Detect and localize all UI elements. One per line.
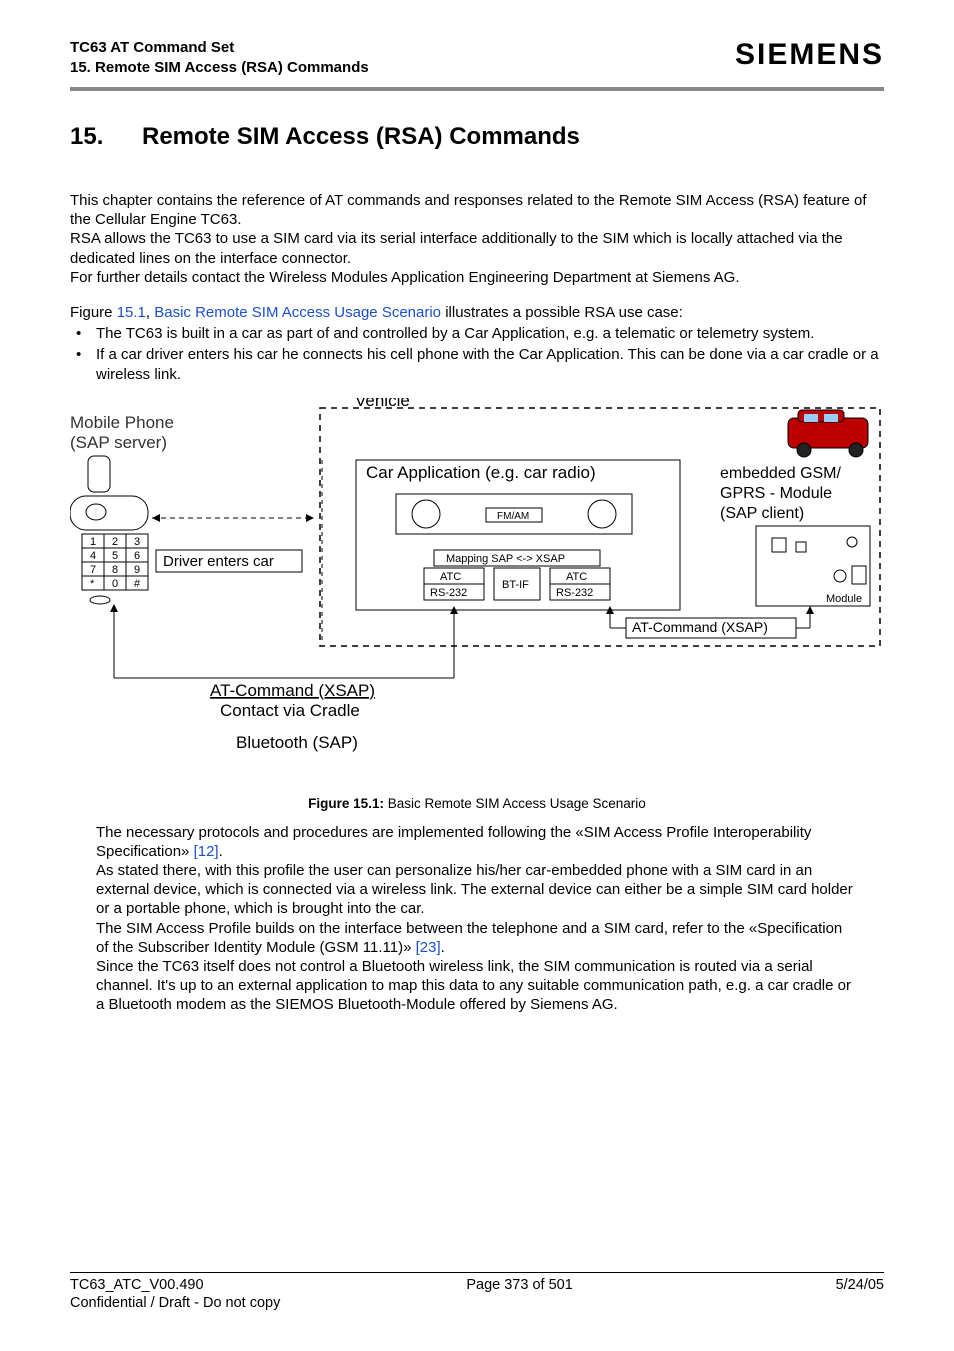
- chapter-title: Remote SIM Access (RSA) Commands: [142, 123, 580, 150]
- figure-15-1: Mobile Phone (SAP server) 1 2 3: [70, 398, 884, 778]
- key-4: 4: [90, 550, 96, 562]
- post-p4: Since the TC63 itself does not control a…: [96, 957, 858, 1015]
- contact-cradle-label: Contact via Cradle: [220, 701, 360, 720]
- figcap-label: Figure 15.1:: [308, 796, 384, 811]
- fig-label-sap-server: (SAP server): [70, 433, 167, 452]
- rs232-label-1: RS-232: [430, 587, 467, 599]
- post-p1: The necessary protocols and procedures a…: [96, 823, 858, 861]
- key-star: *: [90, 578, 95, 590]
- figure-caption: Figure 15.1: Basic Remote SIM Access Usa…: [140, 796, 814, 811]
- header-left: TC63 AT Command Set 15. Remote SIM Acces…: [70, 38, 369, 77]
- embedded-line1: embedded GSM/: [720, 465, 842, 482]
- footer-confidential: Confidential / Draft - Do not copy: [70, 1295, 884, 1311]
- atc-label-2: ATC: [566, 571, 587, 583]
- figsep: ,: [146, 304, 154, 321]
- figpost: illustrates a possible RSA use case:: [441, 304, 683, 321]
- key-7: 7: [90, 564, 96, 576]
- key-6: 6: [134, 550, 140, 562]
- post-dot1: .: [219, 843, 223, 860]
- key-hash: #: [134, 578, 141, 590]
- footer-doc-id: TC63_ATC_V00.490: [70, 1277, 204, 1293]
- fig-title-link[interactable]: Basic Remote SIM Access Usage Scenario: [154, 304, 441, 321]
- key-1: 1: [90, 536, 96, 548]
- post-dot2: .: [441, 939, 445, 956]
- driver-enters-label: Driver enters car: [163, 553, 274, 570]
- chapter-number: 15.: [70, 123, 142, 151]
- at-xsap-label-1: AT-Command (XSAP): [632, 619, 768, 635]
- header-rule: [70, 87, 884, 91]
- key-5: 5: [112, 550, 118, 562]
- bluetooth-sap-label: Bluetooth (SAP): [236, 733, 358, 752]
- bullet-1: The TC63 is built in a car as part of an…: [70, 324, 884, 343]
- car-icon: [788, 410, 868, 457]
- post-p3: The SIM Access Profile builds on the int…: [96, 919, 858, 957]
- key-8: 8: [112, 564, 118, 576]
- page-root: TC63 AT Command Set 15. Remote SIM Acces…: [0, 0, 954, 1351]
- fig-ref-link[interactable]: 15.1: [117, 304, 146, 321]
- intro-p1: This chapter contains the reference of A…: [70, 191, 884, 229]
- chapter-heading: 15.Remote SIM Access (RSA) Commands: [70, 123, 884, 151]
- figcap-text: Basic Remote SIM Access Usage Scenario: [384, 796, 646, 811]
- sap-client-label: (SAP client): [720, 505, 804, 522]
- footer-date: 5/24/05: [836, 1277, 884, 1293]
- intro-p2: RSA allows the TC63 to use a SIM card vi…: [70, 229, 884, 267]
- radio-knob-right: [588, 500, 616, 528]
- key-9: 9: [134, 564, 140, 576]
- figure-svg: Mobile Phone (SAP server) 1 2 3: [70, 398, 884, 778]
- intro-p3: For further details contact the Wireless…: [70, 268, 884, 287]
- atc-label-1: ATC: [440, 571, 461, 583]
- page-header: TC63 AT Command Set 15. Remote SIM Acces…: [70, 38, 884, 77]
- radio-knob-left: [412, 500, 440, 528]
- intro-body: This chapter contains the reference of A…: [70, 191, 884, 384]
- mapping-label: Mapping SAP <-> XSAP: [446, 553, 565, 565]
- bullet-2: If a car driver enters his car he connec…: [70, 345, 884, 383]
- footer-page: Page 373 of 501: [466, 1277, 572, 1293]
- intro-fig-sentence: Figure 15.1, Basic Remote SIM Access Usa…: [70, 303, 884, 322]
- fm-am-label: FM/AM: [497, 511, 529, 522]
- phone-icon: 1 2 3 4 5 6 7 8 9 * 0 #: [70, 456, 148, 604]
- key-0: 0: [112, 578, 118, 590]
- doc-subtitle: 15. Remote SIM Access (RSA) Commands: [70, 58, 369, 78]
- arrow-head-1: [306, 514, 314, 522]
- at-xsap-label-2: AT-Command (XSAP): [210, 681, 375, 700]
- intro-bullets: The TC63 is built in a car as part of an…: [70, 324, 884, 384]
- fig-label-mobile-phone: Mobile Phone: [70, 413, 174, 432]
- key-2: 2: [112, 536, 118, 548]
- embedded-line2: GPRS - Module: [720, 485, 832, 502]
- post-figure-body: The necessary protocols and procedures a…: [70, 823, 884, 1015]
- module-label: Module: [826, 593, 862, 605]
- post-p2: As stated there, with this profile the u…: [96, 861, 858, 919]
- post-p3a: The SIM Access Profile builds on the int…: [96, 920, 842, 956]
- ref-23-link[interactable]: [23]: [416, 939, 441, 956]
- brand-logo: SIEMENS: [735, 38, 884, 72]
- ref-12-link[interactable]: [12]: [194, 843, 219, 860]
- footer-row: TC63_ATC_V00.490 Page 373 of 501 5/24/05: [70, 1277, 884, 1293]
- page-footer: TC63_ATC_V00.490 Page 373 of 501 5/24/05…: [70, 1272, 884, 1311]
- car-app-label: Car Application (e.g. car radio): [366, 463, 596, 482]
- arrow-head-1b: [152, 514, 160, 522]
- vehicle-label: Vehicle: [355, 398, 410, 410]
- key-3: 3: [134, 536, 140, 548]
- doc-title: TC63 AT Command Set: [70, 38, 369, 58]
- rs232-label-2: RS-232: [556, 587, 593, 599]
- btif-label: BT-IF: [502, 579, 529, 591]
- figpre: Figure: [70, 304, 117, 321]
